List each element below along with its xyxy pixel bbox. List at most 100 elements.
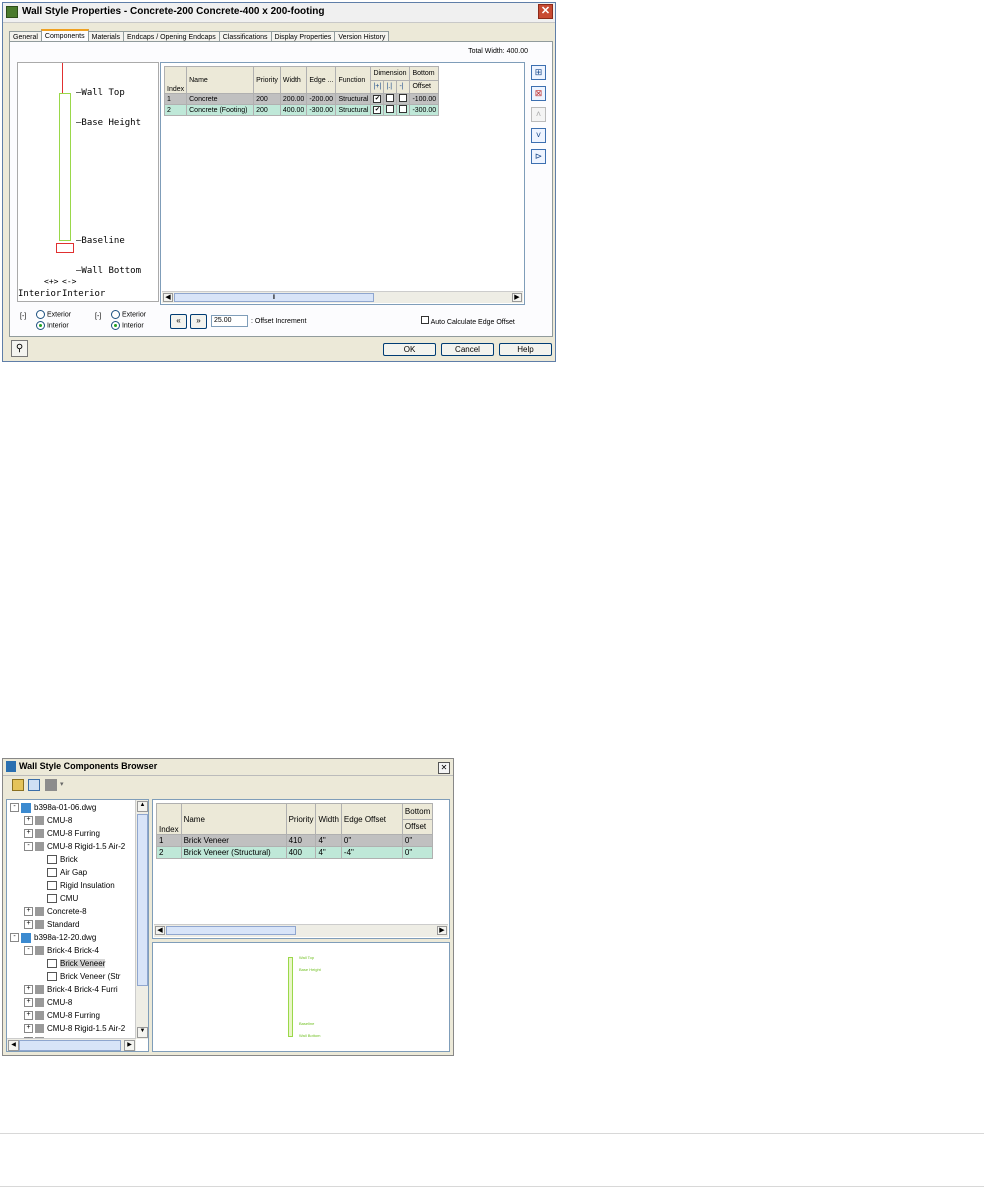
table-row[interactable]: 1 Concrete 200 200.00 -200.00 Structural… bbox=[163, 93, 440, 105]
copy-icon[interactable] bbox=[28, 779, 40, 791]
expand-icon[interactable]: + bbox=[24, 829, 33, 839]
tree-drawing-node[interactable]: - b398a-12-20.dwg bbox=[10, 932, 96, 943]
table-row[interactable]: 2 Brick Veneer (Structural) 400 4" -4" 0… bbox=[156, 846, 434, 859]
tree-style-node[interactable]: + CMU-8 Furring bbox=[24, 1010, 100, 1021]
expand-icon[interactable]: + bbox=[24, 998, 33, 1008]
offset-decrease-button[interactable]: « bbox=[170, 314, 187, 329]
dim-checkbox[interactable] bbox=[386, 94, 395, 102]
scroll-thumb[interactable] bbox=[166, 926, 296, 935]
tree-component-node[interactable]: Air Gap bbox=[38, 867, 87, 878]
auto-calc-checkbox[interactable]: Auto Calculate Edge Offset bbox=[421, 316, 515, 326]
add-component-icon[interactable]: ⊞ bbox=[531, 65, 546, 80]
move-up-icon[interactable]: ˄ bbox=[531, 107, 546, 122]
expand-icon[interactable]: + bbox=[24, 1011, 33, 1021]
table-row[interactable]: 2 Concrete (Footing) 200 400.00 -300.00 … bbox=[163, 104, 440, 116]
close-icon[interactable]: ✕ bbox=[438, 762, 450, 774]
component-grid[interactable]: Index Name Priority Width Edge Offset Bo… bbox=[152, 799, 450, 939]
tree-style-node[interactable]: + CMU-8 Rigid-1.5 Air-2 bbox=[24, 1023, 125, 1034]
col-edge[interactable]: Edge ... bbox=[306, 66, 337, 94]
cell-offset[interactable]: -300.00 bbox=[409, 104, 440, 116]
expand-icon[interactable]: + bbox=[24, 816, 33, 826]
col-bottom[interactable]: Bottom bbox=[409, 66, 440, 81]
scroll-thumb[interactable] bbox=[19, 1040, 121, 1051]
cancel-button[interactable]: Cancel bbox=[441, 343, 494, 356]
table-row[interactable]: 1 Brick Veneer 410 4" 0" 0" bbox=[156, 834, 434, 847]
tree-style-node[interactable]: + Standard bbox=[24, 919, 79, 930]
cell-function[interactable]: Structural bbox=[335, 104, 372, 116]
dim-center-icon[interactable]: |+| bbox=[370, 79, 385, 94]
collapse-icon[interactable]: - bbox=[10, 803, 19, 813]
tree-vertical-scrollbar[interactable]: ▲ ▼ bbox=[135, 800, 148, 1039]
collapse-icon[interactable]: - bbox=[10, 933, 19, 943]
col-index[interactable]: Index bbox=[156, 803, 182, 835]
dim-checkbox[interactable]: ✔ bbox=[373, 106, 382, 114]
radio-exterior-left[interactable]: Exterior bbox=[36, 310, 71, 319]
radio-interior-left[interactable]: Interior bbox=[36, 321, 69, 330]
tree-style-node[interactable]: - CMU-8 Rigid-1.5 Air-2 bbox=[24, 841, 125, 852]
components-grid[interactable]: Index Name Priority Width Edge ... Funct… bbox=[160, 62, 525, 305]
scroll-thumb[interactable]: ⦀ bbox=[174, 293, 374, 302]
tree-style-node[interactable]: + CMU-8 bbox=[24, 997, 72, 1008]
dropdown-arrow-icon[interactable]: ▾ bbox=[60, 780, 64, 788]
dim-checkbox[interactable] bbox=[386, 105, 395, 113]
col-priority[interactable]: Priority bbox=[253, 66, 281, 94]
tree-component-node[interactable]: Brick bbox=[38, 854, 78, 865]
radio-exterior-right[interactable]: Exterior bbox=[111, 310, 146, 319]
components-browser-icon[interactable]: ⊳ bbox=[531, 149, 546, 164]
tree-horizontal-scrollbar[interactable]: ◀ ▶ bbox=[7, 1038, 136, 1051]
drawing-tree[interactable]: - b398a-01-06.dwg + CMU-8 + CMU-8 Furring - CMU… bbox=[6, 799, 149, 1052]
cell-function[interactable]: Structural bbox=[335, 93, 372, 105]
col-width[interactable]: Width bbox=[279, 66, 308, 94]
col-name[interactable]: Name bbox=[186, 66, 255, 94]
collapse-icon[interactable]: - bbox=[24, 842, 33, 852]
close-icon[interactable]: ✕ bbox=[538, 4, 553, 19]
col-offset[interactable]: Offset bbox=[409, 79, 440, 94]
cell-width[interactable]: 200.00 bbox=[279, 93, 308, 105]
col-dimension[interactable]: Dimension bbox=[370, 66, 411, 81]
tree-style-node[interactable]: + CMU-8 Furring bbox=[24, 828, 100, 839]
col-bottom[interactable]: Bottom bbox=[401, 803, 434, 820]
tree-component-node[interactable]: CMU bbox=[38, 893, 78, 904]
collapse-icon[interactable]: - bbox=[24, 946, 33, 956]
tree-drawing-node[interactable]: - b398a-01-06.dwg bbox=[10, 802, 96, 813]
cell-offset[interactable]: -100.00 bbox=[409, 93, 440, 105]
scroll-left-icon[interactable]: ◀ bbox=[8, 1040, 19, 1051]
dim-inner-icon[interactable]: |.| bbox=[383, 79, 398, 94]
dim-checkbox[interactable] bbox=[399, 94, 408, 102]
expand-icon[interactable]: + bbox=[24, 1024, 33, 1034]
scroll-right-icon[interactable]: ▶ bbox=[512, 293, 522, 302]
scroll-down-icon[interactable]: ▼ bbox=[137, 1027, 148, 1038]
open-drawing-icon[interactable] bbox=[12, 779, 24, 791]
dim-edge-icon[interactable]: -| bbox=[396, 79, 411, 94]
col-name[interactable]: Name bbox=[180, 803, 287, 835]
col-priority[interactable]: Priority bbox=[285, 803, 317, 835]
help-button[interactable]: Help bbox=[499, 343, 552, 356]
tree-style-node[interactable]: - Brick-4 Brick-4 bbox=[24, 945, 99, 956]
delete-component-icon[interactable]: ⊠ bbox=[531, 86, 546, 101]
tree-component-node[interactable]: Brick Veneer (Str bbox=[38, 971, 120, 982]
tree-component-node[interactable]: Brick Veneer bbox=[38, 958, 106, 969]
move-down-icon[interactable]: ˅ bbox=[531, 128, 546, 143]
scroll-right-icon[interactable]: ▶ bbox=[124, 1040, 135, 1051]
scroll-up-icon[interactable]: ▲ bbox=[137, 801, 148, 812]
dim-checkbox[interactable] bbox=[399, 105, 408, 113]
cell-edge[interactable]: -300.00 bbox=[306, 104, 337, 116]
col-offset[interactable]: Offset bbox=[401, 818, 434, 835]
cell-priority[interactable]: 200 bbox=[253, 93, 281, 105]
cell-width[interactable]: 400.00 bbox=[279, 104, 308, 116]
radio-interior-right[interactable]: Interior bbox=[111, 321, 144, 330]
col-width[interactable]: Width bbox=[315, 803, 342, 835]
tree-component-node[interactable]: Rigid Insulation bbox=[38, 880, 115, 891]
view-icon[interactable] bbox=[45, 779, 57, 791]
binoculars-icon[interactable]: ⚲ bbox=[11, 340, 28, 357]
tree-style-node[interactable]: + CMU-8 bbox=[24, 815, 72, 826]
cell-edge[interactable]: -200.00 bbox=[306, 93, 337, 105]
cell-name[interactable]: Concrete (Footing) bbox=[186, 104, 255, 116]
scroll-left-icon[interactable]: ◀ bbox=[163, 293, 173, 302]
expand-icon[interactable]: + bbox=[24, 920, 33, 930]
cell-priority[interactable]: 200 bbox=[253, 104, 281, 116]
scroll-right-icon[interactable]: ▶ bbox=[437, 926, 447, 935]
tree-style-node[interactable]: + Brick-4 Brick-4 Furri bbox=[24, 984, 118, 995]
offset-increase-button[interactable]: » bbox=[190, 314, 207, 329]
tree-style-node[interactable]: + Concrete-8 bbox=[24, 906, 87, 917]
